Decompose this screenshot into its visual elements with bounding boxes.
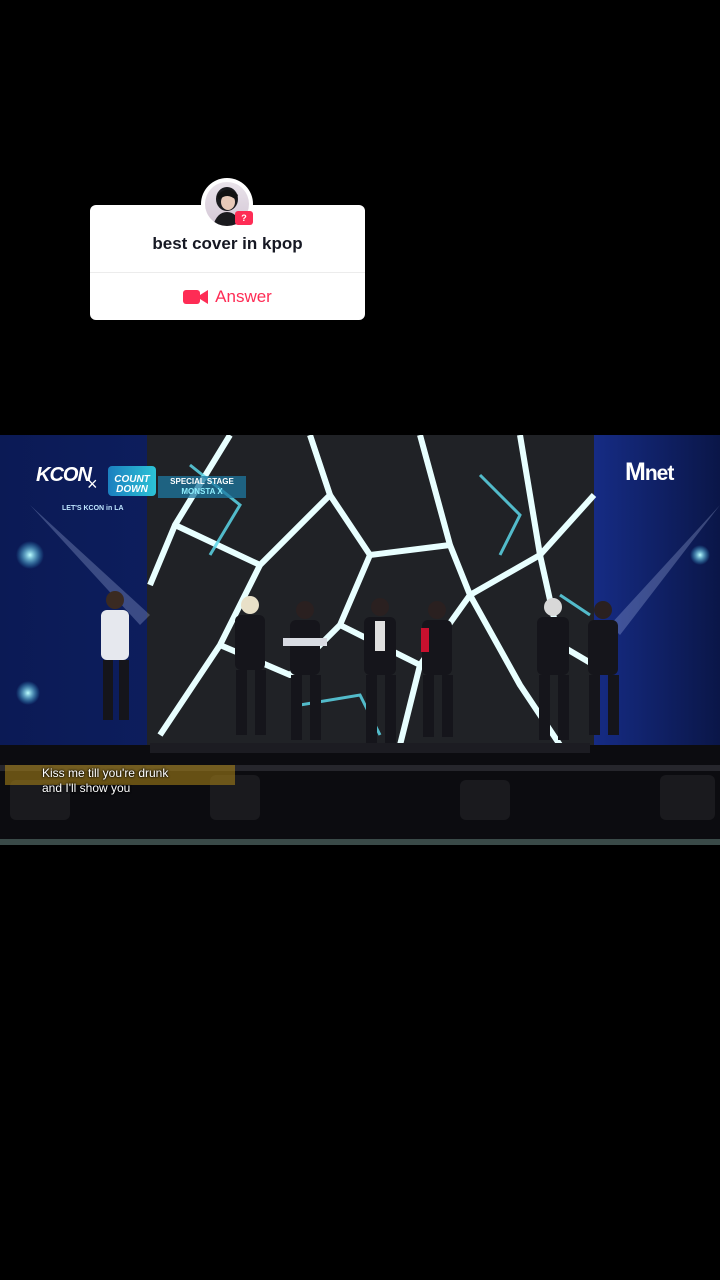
answer-button[interactable]: Answer — [90, 284, 365, 310]
mnet-logo-rest: net — [644, 462, 674, 485]
kcon-subtitle: LET'S KCON in LA — [62, 505, 124, 512]
artist-label: MONSTA X — [181, 487, 223, 496]
video-subtitle: Kiss me till you're drunk and I'll show … — [42, 766, 168, 796]
special-stage-banner: SPECIAL STAGE MONSTA X — [158, 476, 246, 498]
answer-label: Answer — [215, 287, 272, 306]
mnet-logo-m: M — [625, 458, 646, 486]
special-stage-label: SPECIAL STAGE — [170, 477, 234, 486]
kcon-logo: KCON — [36, 464, 92, 486]
subtitle-line-2: and I'll show you — [42, 781, 131, 795]
countdown-logo: COUNT DOWN — [108, 466, 156, 496]
subtitle-line-1: Kiss me till you're drunk — [42, 766, 169, 780]
video-camera-icon — [183, 290, 209, 304]
mnet-logo: Mnet — [625, 458, 674, 487]
logo-separator: × — [87, 474, 98, 494]
qa-divider — [90, 272, 365, 273]
question-badge-icon: ? — [235, 211, 253, 225]
qa-question-text: best cover in kpop — [152, 234, 303, 253]
